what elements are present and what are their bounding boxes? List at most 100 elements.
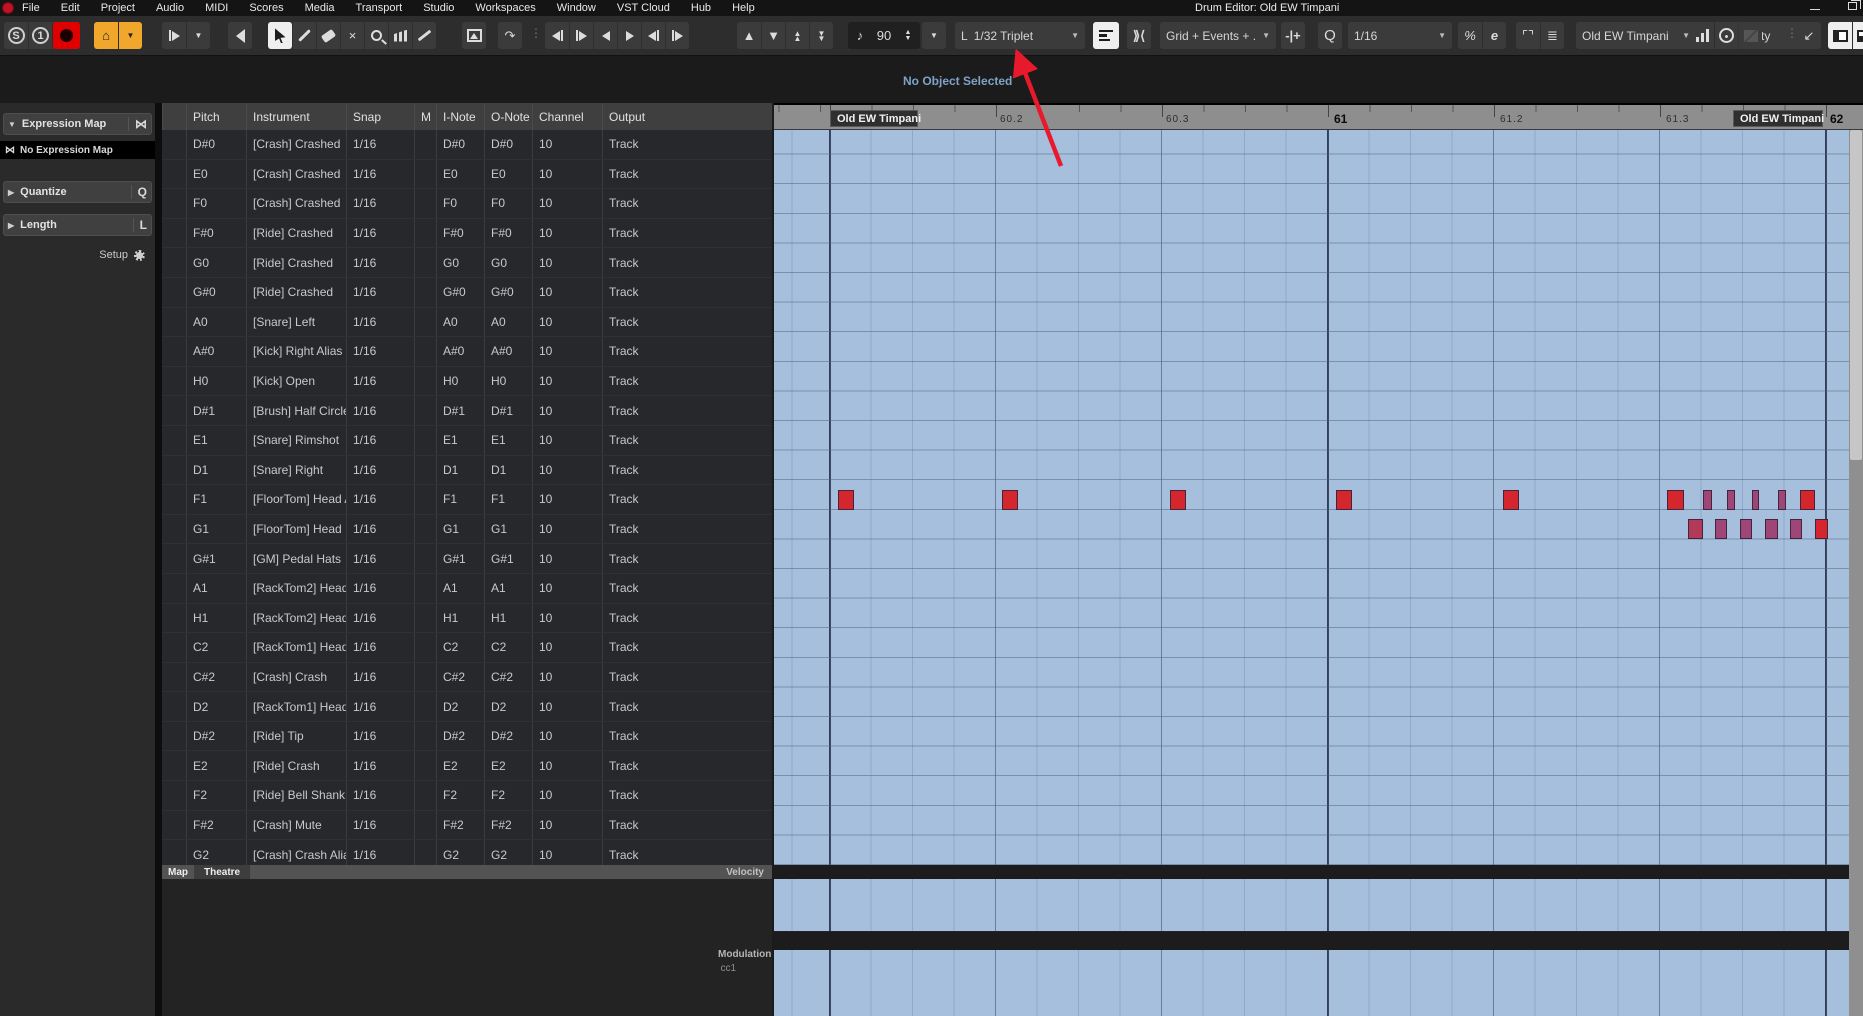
menu-file[interactable]: File — [22, 2, 40, 14]
quantize-icon[interactable]: Q — [1318, 22, 1342, 49]
drum-map-caret-icon[interactable]: ▼ — [118, 22, 142, 49]
lane-divider[interactable] — [774, 932, 1849, 950]
column-header-channel[interactable]: Channel — [532, 103, 602, 130]
acoustic-feedback-button[interactable]: 1 — [28, 22, 52, 49]
column-header-instrument[interactable]: Instrument — [246, 103, 346, 130]
drum-row-h0[interactable]: H0 [Kick] Open 1/16 H0 H0 10 Track — [162, 366, 772, 397]
expression-map-section[interactable]: ▼ Expression Map ⋈ — [3, 113, 152, 135]
note-event[interactable] — [1800, 489, 1815, 510]
autoscroll-icon[interactable] — [162, 22, 186, 49]
quantize-section[interactable]: ▶ Quantize Q — [3, 181, 152, 203]
velocity-caret-icon[interactable]: ▼ — [922, 22, 946, 49]
velocity-lane[interactable] — [774, 879, 1849, 932]
menu-vst-cloud[interactable]: VST Cloud — [617, 2, 670, 14]
drum-row-ds2[interactable]: D#2 [Ride] Tip 1/16 D#2 D#2 10 Track — [162, 721, 772, 752]
drum-row-fs0[interactable]: F#0 [Ride] Crashed 1/16 F#0 F#0 10 Track — [162, 218, 772, 249]
note-event[interactable] — [1715, 519, 1727, 540]
object-selection-tool[interactable] — [268, 22, 292, 49]
drum-row-d2[interactable]: D2[RackTom1] Head Alias1/16D2D210Track — [162, 692, 772, 722]
drum-row-c2[interactable]: C2 [RackTom1] Head 1/16 C2 C2 10 Track — [162, 633, 772, 663]
drum-row-g0[interactable]: G0 [Ride] Crashed 1/16 G0 G0 10 Track — [162, 248, 772, 278]
drum-row-gs1[interactable]: G#1 [GM] Pedal Hats 1/16 G#1 G#1 10 Track — [162, 544, 772, 574]
scrollbar-thumb[interactable] — [1850, 130, 1862, 460]
length-quantize-dropdown[interactable]: L 1/32 Triplet ▼ — [955, 22, 1085, 49]
length-section[interactable]: ▶ Length L — [3, 214, 152, 236]
midi-input-icon[interactable] — [1714, 22, 1738, 49]
note-event[interactable] — [1336, 489, 1352, 510]
nudge-right-button[interactable] — [617, 22, 641, 49]
speaker-icon[interactable] — [228, 22, 252, 49]
note-length-display-button[interactable] — [1093, 22, 1119, 49]
menu-media[interactable]: Media — [305, 2, 335, 14]
column-header-m[interactable]: M — [414, 103, 436, 130]
menu-workspaces[interactable]: Workspaces — [475, 2, 535, 14]
transpose-down-icon[interactable]: ▼ — [761, 22, 785, 49]
swing-button[interactable]: % — [1458, 22, 1482, 49]
picture-frame-icon[interactable] — [462, 22, 486, 49]
drumstick-tool[interactable] — [292, 22, 316, 49]
drum-row-e1[interactable]: E1 [Snare] Rimshot 1/16 E1 E1 10 Track — [162, 425, 772, 456]
snap-icon[interactable]: ⟫⟨ — [1127, 22, 1151, 49]
part-borders-icon[interactable]: ⌜⌝ — [1516, 22, 1540, 49]
drum-row-g1[interactable]: G1 [FloorTom] Head 1/16 G1 G1 10 Track — [162, 514, 772, 545]
record-button[interactable] — [52, 22, 80, 49]
note-event[interactable] — [1002, 489, 1018, 510]
part-badge[interactable]: Old EW Timpani — [1733, 110, 1824, 127]
note-grid[interactable] — [774, 130, 1849, 865]
drum-row-ds0[interactable]: D#0 [Crash] Crashed 1/16 D#0 D#0 10 Track — [162, 130, 772, 160]
column-header-i-note[interactable]: I-Note — [436, 103, 484, 130]
iterative-quantize-button[interactable]: e — [1482, 22, 1506, 49]
zoom-tool[interactable] — [364, 22, 388, 49]
note-event[interactable] — [1752, 489, 1759, 510]
solo-button[interactable]: S — [4, 22, 28, 49]
eraser-tool[interactable] — [316, 22, 340, 49]
drum-row-e2[interactable]: E2 [Ride] Crash 1/16 E2 E2 10 Track — [162, 751, 772, 782]
menu-transport[interactable]: Transport — [356, 2, 403, 14]
note-event[interactable] — [838, 489, 854, 510]
nudge-left-button[interactable] — [593, 22, 617, 49]
drum-row-ds1[interactable]: D#1 [Brush] Half Circle 1/16 D#1 D#1 10 Track — [162, 396, 772, 426]
drum-row-fs2[interactable]: F#2 [Crash] Mute 1/16 F#2 F#2 10 Track — [162, 810, 772, 841]
overflow-dots-icon[interactable]: ⋮ — [530, 26, 542, 40]
note-event[interactable] — [1170, 489, 1186, 510]
note-event[interactable] — [1688, 519, 1703, 540]
part-select-dropdown[interactable]: Old EW Timpani ▼ — [1576, 22, 1696, 49]
expression-map-icon[interactable]: ⋈ — [128, 117, 147, 131]
drum-map-name[interactable]: Theatre — [194, 865, 251, 879]
restore-icon[interactable] — [1848, 0, 1861, 10]
menu-edit[interactable]: Edit — [61, 2, 80, 14]
note-event[interactable] — [1703, 489, 1712, 510]
transpose-up-icon[interactable]: ▲ — [737, 22, 761, 49]
menu-window[interactable]: Window — [557, 2, 596, 14]
modulation-lane[interactable] — [774, 950, 1849, 1016]
trim-tool[interactable] — [388, 22, 412, 49]
mute-tool[interactable]: × — [340, 22, 364, 49]
transpose-down-octave-icon[interactable]: ▼ ▼ — [809, 22, 833, 49]
transpose-up-octave-icon[interactable]: ▲ ▲ — [785, 22, 809, 49]
drum-row-f1[interactable]: F1[FloorTom] Head Alias1/16F1F110Track — [162, 485, 772, 515]
note-event[interactable] — [1778, 489, 1786, 510]
note-event[interactable] — [1727, 489, 1735, 510]
drum-row-gs0[interactable]: G#0 [Ride] Crashed 1/16 G#0 G#0 10 Track — [162, 277, 772, 308]
note-event[interactable] — [1667, 489, 1684, 510]
menu-scores[interactable]: Scores — [249, 2, 283, 14]
column-header-o-note[interactable]: O-Note — [484, 103, 532, 130]
trim-start-right-button[interactable] — [569, 22, 593, 49]
trim-end-left-button[interactable] — [641, 22, 665, 49]
menu-hub[interactable]: Hub — [691, 2, 711, 14]
menu-studio[interactable]: Studio — [423, 2, 454, 14]
drum-row-a1[interactable]: A1[RackTom2] Head Alias1/16A1A110Track — [162, 573, 772, 604]
line-tool[interactable] — [412, 22, 436, 49]
minimize-icon[interactable] — [1810, 8, 1820, 10]
menu-audio[interactable]: Audio — [156, 2, 184, 14]
insert-delete-button[interactable]: -|+ — [1281, 22, 1305, 49]
lower-zone-icon[interactable] — [1852, 22, 1863, 49]
setup-button[interactable]: Setup — [99, 249, 145, 261]
menu-midi[interactable]: MIDI — [205, 2, 228, 14]
column-header-snap[interactable]: Snap — [346, 103, 414, 130]
note-event[interactable] — [1740, 519, 1752, 540]
home-icon[interactable]: ⌂ — [94, 22, 118, 49]
part-badge[interactable]: Old EW Timpani — [830, 110, 921, 127]
drum-row-f2[interactable]: F2 [Ride] Bell Shank 1/16 F2 F2 10 Track — [162, 781, 772, 811]
autoscroll-caret-icon[interactable]: ▼ — [186, 22, 210, 49]
